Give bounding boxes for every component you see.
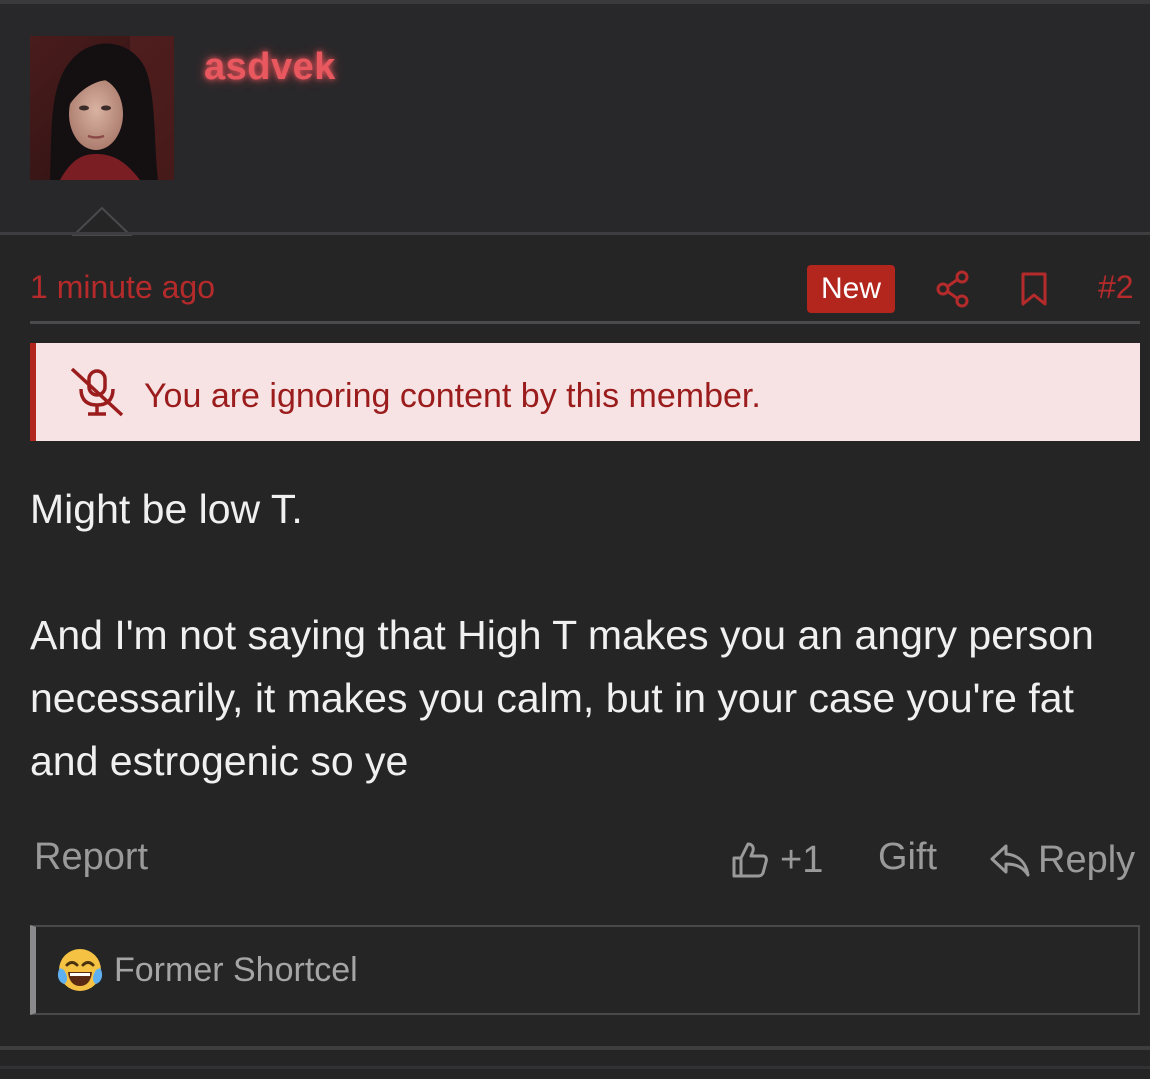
crying-laughing-emoji	[57, 949, 103, 991]
user-header: asdvek	[0, 4, 1150, 232]
share-icon[interactable]	[936, 270, 970, 308]
user-signature: Former Shortcel	[30, 925, 1140, 1015]
bottom-divider	[0, 1046, 1150, 1050]
gift-button[interactable]: Gift	[878, 836, 937, 879]
post-body: Might be low T. And I'm not saying that …	[30, 478, 1140, 793]
like-count: +1	[780, 838, 824, 881]
like-button[interactable]: +1	[730, 834, 823, 886]
header-divider	[0, 232, 1150, 235]
post-timestamp[interactable]: 1 minute ago	[30, 269, 215, 306]
reply-arrow-icon	[990, 844, 1030, 877]
post-body-line-1: Might be low T.	[30, 486, 303, 532]
avatar-image	[30, 36, 174, 180]
ignore-notice: You are ignoring content by this member.	[30, 343, 1140, 441]
meta-divider	[30, 321, 1140, 324]
post-number-link[interactable]: #2	[1098, 269, 1134, 306]
reply-label: Reply	[1038, 838, 1136, 881]
forum-post-page: asdvek 1 minute ago New #2 You are ignor…	[0, 0, 1150, 1079]
bottom-divider-secondary	[0, 1066, 1150, 1069]
thumbs-up-icon	[732, 842, 768, 878]
mute-microphone-icon	[70, 367, 124, 417]
new-badge: New	[807, 265, 895, 313]
reply-button[interactable]: Reply	[988, 834, 1135, 886]
avatar[interactable]	[30, 36, 174, 180]
ignore-notice-text: You are ignoring content by this member.	[144, 377, 761, 415]
signature-text: Former Shortcel	[114, 951, 358, 989]
report-button[interactable]: Report	[34, 836, 148, 879]
post-meta: 1 minute ago New #2	[30, 262, 1140, 318]
post-actions: Report +1 Gift Reply	[30, 832, 1140, 888]
post-body-paragraph-2: And I'm not saying that High T makes you…	[30, 612, 1094, 784]
bookmark-icon[interactable]	[1020, 271, 1048, 307]
username[interactable]: asdvek	[204, 46, 336, 89]
